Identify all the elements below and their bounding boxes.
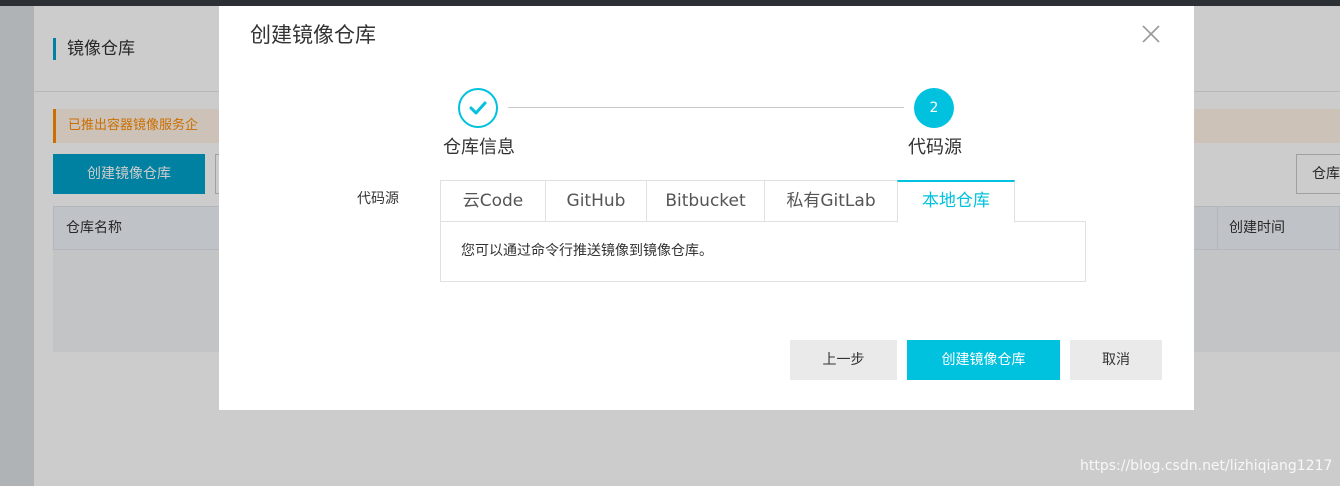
step-connector (508, 107, 904, 108)
tab-panel-text: 您可以通过命令行推送镜像到镜像仓库。 (461, 243, 713, 259)
tab-panel: 您可以通过命令行推送镜像到镜像仓库。 (440, 221, 1086, 282)
tab-local-repo[interactable]: 本地仓库 (897, 180, 1015, 223)
tab-yun-code[interactable]: 云Code (440, 180, 545, 222)
source-tabs: 云Code GitHub Bitbucket 私有GitLab 本地仓库 (440, 180, 1015, 223)
source-field-label: 代码源 (357, 191, 399, 207)
step-1-label: 仓库信息 (443, 137, 515, 158)
cancel-button[interactable]: 取消 (1070, 340, 1162, 380)
previous-step-button[interactable]: 上一步 (790, 340, 897, 380)
create-repo-submit-button[interactable]: 创建镜像仓库 (907, 340, 1060, 380)
step-2-indicator: 2 (914, 88, 954, 128)
check-icon (469, 101, 487, 115)
dialog-title: 创建镜像仓库 (250, 23, 376, 47)
step-2-label: 代码源 (908, 137, 962, 158)
create-repo-dialog: 创建镜像仓库 2 仓库信息 代码源 代码源 云Code GitHub Bitbu… (219, 6, 1194, 410)
watermark: https://blog.csdn.net/lizhiqiang1217 (1080, 458, 1333, 474)
tab-private-gitlab[interactable]: 私有GitLab (764, 180, 897, 222)
tab-bitbucket[interactable]: Bitbucket (646, 180, 764, 222)
step-1-indicator (458, 88, 498, 128)
close-icon[interactable] (1139, 22, 1163, 46)
tab-github[interactable]: GitHub (545, 180, 646, 222)
